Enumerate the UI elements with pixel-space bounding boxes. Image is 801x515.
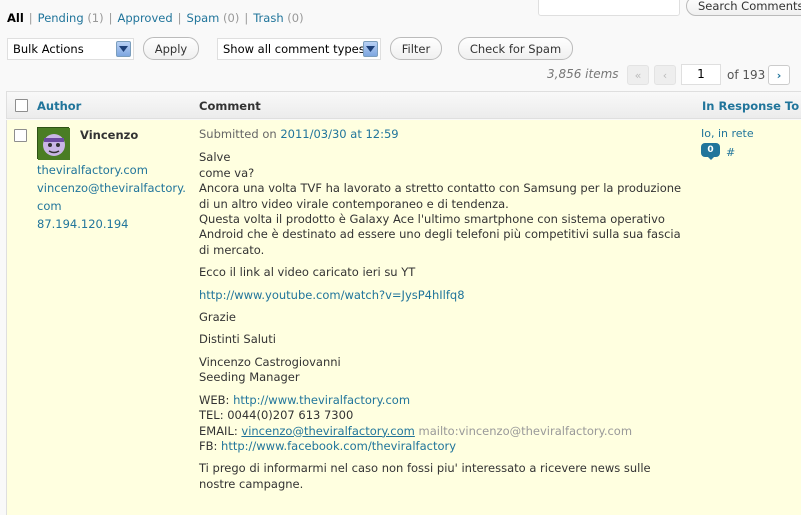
column-comment: Comment bbox=[199, 99, 261, 113]
facebook-link[interactable]: http://www.facebook.com/theviralfactory bbox=[221, 439, 456, 453]
filter-approved[interactable]: Approved bbox=[117, 11, 172, 25]
mailto-text: mailto:vincenzo@theviralfactory.com bbox=[414, 423, 633, 438]
first-page-button[interactable]: « bbox=[627, 65, 649, 85]
comment-line: di mercato. bbox=[199, 242, 265, 257]
select-all-checkbox[interactable] bbox=[15, 99, 28, 112]
web-link[interactable]: http://www.theviralfactory.com bbox=[233, 393, 410, 407]
author-email-continued[interactable]: com bbox=[37, 199, 62, 213]
filter-spam[interactable]: Spam bbox=[187, 11, 220, 25]
comment-line: di un altro video virale contemporaneo e… bbox=[199, 196, 509, 211]
column-author[interactable]: Author bbox=[37, 99, 81, 113]
web-label: WEB: bbox=[199, 392, 234, 407]
check-spam-button[interactable]: Check for Spam bbox=[458, 37, 573, 60]
avatar bbox=[37, 127, 70, 160]
filter-pending[interactable]: Pending bbox=[38, 11, 84, 25]
next-page-button[interactable]: › bbox=[768, 65, 790, 85]
youtube-link[interactable]: http://www.youtube.com/watch?v=JysP4hIlf… bbox=[199, 288, 465, 302]
search-input[interactable] bbox=[538, 0, 680, 16]
signature-role: Seeding Manager bbox=[199, 370, 300, 385]
column-response[interactable]: In Response To bbox=[702, 99, 799, 113]
items-count: 3,856 items bbox=[547, 67, 619, 81]
comment-line: Android che è destinato ad essere uno de… bbox=[199, 227, 681, 242]
signature-name: Vincenzo Castrogiovanni bbox=[199, 354, 341, 369]
email-link[interactable]: vincenzo@theviralfactory.com bbox=[241, 424, 414, 438]
comment-line: Ancora una volta TVF ha lavorato a stret… bbox=[199, 181, 682, 196]
comment-date-link[interactable]: 2011/03/30 at 12:59 bbox=[280, 127, 398, 141]
author-ip[interactable]: 87.194.120.194 bbox=[37, 217, 128, 231]
comment-line: Grazie bbox=[199, 310, 236, 325]
bulk-actions-select[interactable]: Bulk Actions bbox=[7, 38, 134, 60]
prev-page-button[interactable]: ‹ bbox=[654, 65, 676, 85]
row-checkbox[interactable] bbox=[14, 129, 27, 142]
search-comments-button[interactable]: Search Comments bbox=[686, 0, 801, 16]
bulk-actions-value: Bulk Actions bbox=[13, 42, 84, 56]
comment-line: Distinti Saluti bbox=[199, 332, 276, 347]
total-pages: of 193 bbox=[727, 68, 766, 82]
comment-count-bubble[interactable]: 0 bbox=[701, 143, 720, 157]
filter-trash[interactable]: Trash bbox=[253, 11, 283, 25]
current-page-input[interactable]: 1 bbox=[681, 64, 721, 85]
table-header: Author Comment In Response To bbox=[6, 91, 801, 119]
author-url[interactable]: theviralfactory.com bbox=[37, 163, 148, 177]
bubble-tail-icon bbox=[707, 156, 715, 160]
filter-pending-count: (1) bbox=[87, 11, 104, 25]
comment-line: Questa volta il prodotto è Galaxy Ace l'… bbox=[199, 212, 665, 227]
comment-line: Ti prego di informarmi nel caso non foss… bbox=[199, 461, 651, 476]
response-post-link[interactable]: Io, in rete bbox=[701, 127, 754, 140]
comment-line: Salve bbox=[199, 150, 231, 165]
comment-type-value: Show all comment types bbox=[223, 42, 365, 56]
signature-tel: TEL: 0044(0)207 613 7300 bbox=[199, 408, 354, 423]
email-label: EMAIL: bbox=[199, 423, 242, 438]
filter-button[interactable]: Filter bbox=[390, 37, 442, 60]
comment-type-select[interactable]: Show all comment types bbox=[217, 38, 381, 60]
filter-all[interactable]: All bbox=[7, 11, 24, 25]
comment-line: nostre campagne. bbox=[199, 476, 304, 491]
chevron-down-icon bbox=[116, 41, 131, 57]
filter-spam-count: (0) bbox=[223, 11, 240, 25]
submitted-label: Submitted on bbox=[199, 127, 281, 141]
fb-label: FB: bbox=[199, 438, 222, 453]
comment-body: Submitted on 2011/03/30 at 12:59 Salve c… bbox=[199, 127, 689, 492]
permalink-hash[interactable]: # bbox=[726, 146, 735, 159]
comment-status-filters: All | Pending (1) | Approved | Spam (0) | Trash … bbox=[7, 11, 304, 25]
comment-line: come va? bbox=[199, 165, 255, 180]
chevron-down-icon bbox=[363, 41, 378, 57]
filter-trash-count: (0) bbox=[287, 11, 304, 25]
comment-line: Ecco il link al video caricato ieri su Y… bbox=[199, 265, 416, 280]
author-email[interactable]: vincenzo@theviralfactory. bbox=[37, 181, 186, 195]
apply-button[interactable]: Apply bbox=[143, 37, 199, 60]
author-name: Vincenzo bbox=[80, 128, 139, 142]
